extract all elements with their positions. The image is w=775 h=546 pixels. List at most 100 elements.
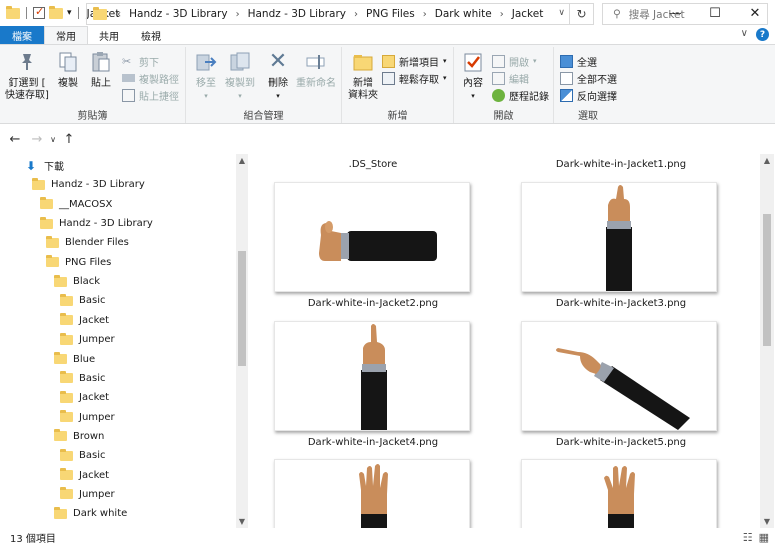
copy-to-button[interactable]: 複製到 ▾: [222, 50, 258, 102]
file-thumbnail[interactable]: [274, 459, 470, 528]
select-none-icon: [560, 71, 573, 85]
details-view-icon[interactable]: ☷: [743, 531, 753, 544]
rename-button[interactable]: 重新命名: [294, 50, 338, 90]
search-input[interactable]: ⚲ 搜尋 Jacket: [602, 3, 768, 25]
delete-button[interactable]: ✕ 刪除 ▾: [264, 50, 292, 102]
history-icon: [492, 88, 505, 102]
new-folder-icon[interactable]: [49, 5, 63, 19]
file-thumbnail[interactable]: [521, 459, 717, 528]
file-thumbnail[interactable]: [274, 321, 470, 431]
tree-item[interactable]: Handz - 3D Library: [40, 214, 153, 233]
breadcrumb-item[interactable]: Dark white: [435, 8, 492, 20]
tree-item[interactable]: Handz - 3D Library: [32, 175, 145, 194]
copy-path-button[interactable]: 複製路徑: [122, 70, 179, 86]
tree-item[interactable]: Basic: [60, 291, 105, 310]
open-hand-icon: [359, 464, 388, 528]
scroll-up-icon[interactable]: ▲: [236, 156, 248, 165]
edit-button[interactable]: 編輯: [492, 70, 529, 86]
tree-item[interactable]: Black: [54, 272, 100, 291]
folder-icon: [46, 235, 59, 248]
scroll-down-icon[interactable]: ▼: [760, 517, 774, 526]
tab-view[interactable]: 檢視: [130, 26, 172, 44]
file-thumbnail[interactable]: [274, 182, 470, 292]
cut-button[interactable]: ✂ 剪下: [122, 53, 159, 69]
breadcrumb-item[interactable]: Jacket: [512, 8, 544, 20]
tab-file[interactable]: 檔案: [0, 26, 44, 44]
folder-icon: [54, 352, 67, 364]
scroll-down-icon[interactable]: ▼: [236, 517, 248, 526]
paste-shortcut-button[interactable]: 貼上捷徑: [122, 87, 179, 103]
tree-item-label: Blue: [73, 353, 96, 365]
tree-item-label: 下載: [44, 162, 64, 173]
chevron-right-icon[interactable]: ›: [423, 9, 427, 20]
tab-home[interactable]: 常用: [44, 26, 88, 44]
invert-selection-button[interactable]: 反向選擇: [560, 87, 617, 103]
tree-item[interactable]: Blender Files: [46, 233, 129, 252]
recent-locations-icon[interactable]: ∨: [48, 135, 58, 144]
tree-item[interactable]: Jacket: [60, 466, 109, 485]
file-name[interactable]: Dark-white-in-Jacket2.png: [273, 298, 473, 309]
move-to-button[interactable]: 移至 ▾: [190, 50, 222, 102]
tree-item-label: Brown: [73, 430, 105, 442]
history-button[interactable]: 歷程記錄: [492, 87, 549, 103]
file-name[interactable]: Dark-white-in-Jacket5.png: [521, 437, 721, 448]
customize-toolbar-icon[interactable]: ▾: [67, 8, 72, 18]
tree-item[interactable]: Basic: [60, 369, 105, 388]
copy-button[interactable]: 複製: [52, 50, 84, 90]
tree-item[interactable]: ⬇ 下載: [26, 156, 64, 175]
address-bar[interactable]: « Handz - 3D Library › Handz - 3D Librar…: [86, 3, 570, 25]
expand-ribbon-icon[interactable]: ∨: [741, 28, 748, 41]
select-none-button[interactable]: 全部不選: [560, 70, 617, 86]
tree-item-label: PNG Files: [65, 256, 112, 268]
crossed-fingers-hand-icon: [606, 185, 632, 291]
large-icons-view-icon[interactable]: ▦: [759, 531, 769, 544]
properties-button[interactable]: 內容 ▾: [458, 50, 488, 102]
tree-item[interactable]: Basic: [60, 446, 105, 465]
tree-item[interactable]: Jumper: [60, 330, 115, 349]
file-thumbnail[interactable]: [521, 321, 717, 431]
tree-item[interactable]: PNG Files: [46, 253, 111, 272]
content-scrollbar[interactable]: ▲ ▼: [760, 154, 774, 528]
back-arrow-icon[interactable]: ←: [4, 132, 26, 147]
breadcrumb-item[interactable]: Handz - 3D Library: [129, 8, 227, 20]
file-name[interactable]: .DS_Store: [273, 159, 473, 170]
breadcrumb-item[interactable]: Handz - 3D Library: [248, 8, 346, 20]
refresh-button[interactable]: ↻: [570, 3, 594, 25]
chevron-right-icon[interactable]: ›: [500, 9, 504, 20]
tree-item[interactable]: Brown: [54, 427, 104, 446]
properties-icon[interactable]: [33, 5, 45, 19]
tree-item[interactable]: Dark white: [54, 504, 127, 523]
up-arrow-icon[interactable]: ↑: [58, 132, 80, 147]
tree-item[interactable]: Jacket: [60, 311, 109, 330]
tree-item[interactable]: Jumper: [60, 485, 115, 504]
paste-button[interactable]: 貼上: [86, 50, 116, 90]
pin-quick-access-button[interactable]: 釘選到 [ 快速存取]: [4, 50, 50, 102]
chevron-right-icon[interactable]: ›: [236, 9, 240, 20]
open-button[interactable]: 開啟 ▾: [492, 53, 537, 69]
folder-icon[interactable]: [6, 5, 20, 19]
tree-item[interactable]: Jumper: [60, 408, 115, 427]
file-name[interactable]: Dark-white-in-Jacket4.png: [273, 437, 473, 448]
tree-item[interactable]: __MACOSX: [40, 195, 112, 214]
file-name[interactable]: Dark-white-in-Jacket1.png: [521, 159, 721, 170]
new-folder-button[interactable]: 新增 資料夾: [346, 50, 380, 102]
folder-icon: [60, 371, 73, 384]
file-thumbnail[interactable]: [521, 182, 717, 292]
breadcrumb-overflow[interactable]: «: [115, 9, 121, 20]
easy-access-button[interactable]: 輕鬆存取 ▾: [382, 70, 447, 86]
scroll-up-icon[interactable]: ▲: [760, 156, 774, 165]
new-item-button[interactable]: 新增項目 ▾: [382, 53, 447, 69]
tree-item[interactable]: Jacket: [60, 388, 109, 407]
tree-item[interactable]: Blue: [54, 350, 95, 369]
file-name[interactable]: Dark-white-in-Jacket3.png: [521, 298, 721, 309]
tree-scrollbar[interactable]: ▲ ▼: [236, 154, 248, 528]
scrollbar-thumb[interactable]: [763, 214, 771, 346]
chevron-down-icon[interactable]: ∨: [558, 8, 565, 18]
select-all-button[interactable]: 全選: [560, 53, 597, 69]
scrollbar-thumb[interactable]: [238, 251, 246, 366]
help-icon[interactable]: ?: [756, 28, 769, 41]
tab-share[interactable]: 共用: [88, 26, 130, 44]
chevron-right-icon[interactable]: ›: [354, 9, 358, 20]
breadcrumb-item[interactable]: PNG Files: [366, 8, 415, 20]
forward-arrow-icon[interactable]: →: [26, 132, 48, 147]
